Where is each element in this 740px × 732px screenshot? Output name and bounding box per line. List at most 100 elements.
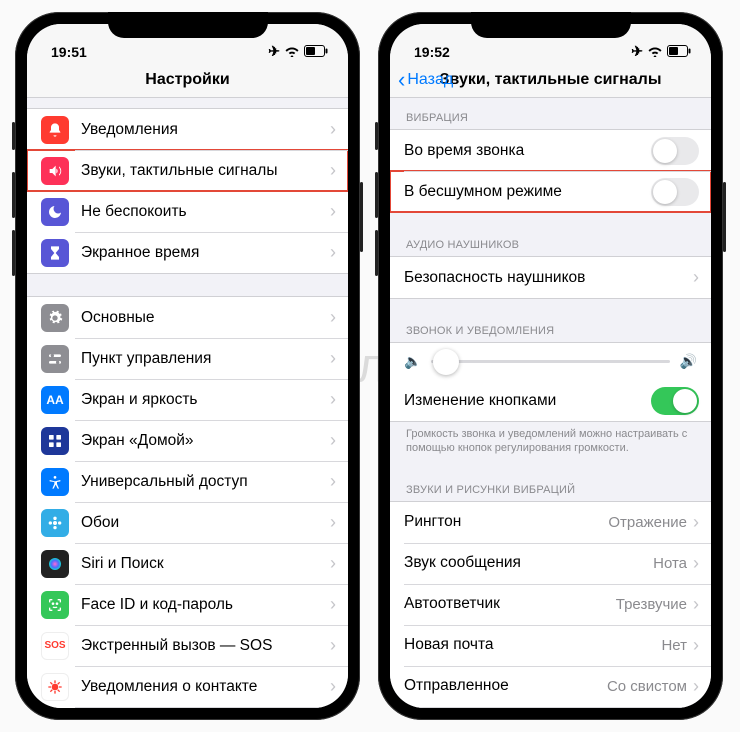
- speaker-high-icon: 🔊: [680, 353, 697, 370]
- sound-row[interactable]: Новая почтаНет ›: [390, 625, 711, 666]
- settings-row[interactable]: Не беспокоить›: [27, 191, 348, 232]
- cell-label: Изменение кнопками: [404, 392, 651, 410]
- cell-label: Во время звонка: [404, 142, 651, 160]
- cell-label: Экранное время: [81, 244, 330, 262]
- settings-row[interactable]: Пункт управления›: [27, 338, 348, 379]
- cell-label: Уведомления о контакте: [81, 678, 330, 696]
- cell-label: Уведомления: [81, 121, 330, 139]
- settings-row[interactable]: Аккумулятор›: [27, 707, 348, 708]
- back-button[interactable]: ‹ Назад: [398, 62, 453, 97]
- settings-row[interactable]: Siri и Поиск›: [27, 543, 348, 584]
- sound-row[interactable]: РингтонОтражение ›: [390, 502, 711, 543]
- sound-row[interactable]: ОтправленноеСо свистом ›: [390, 666, 711, 707]
- chevron-right-icon: ›: [330, 242, 336, 263]
- settings-row[interactable]: Уведомления о контакте›: [27, 666, 348, 707]
- settings-row[interactable]: Обои›: [27, 502, 348, 543]
- cell-label: Автоответчик: [404, 595, 616, 613]
- gear-icon: [41, 304, 69, 332]
- hourglass-icon: [41, 239, 69, 267]
- cell-label: Звуки, тактильные сигналы: [81, 162, 330, 180]
- toggle-vibrate-on-ring[interactable]: [651, 137, 699, 165]
- sound-row[interactable]: Звук сообщенияНота›: [390, 543, 711, 584]
- chevron-right-icon: ›: [330, 201, 336, 222]
- chevron-right-icon: ›: [330, 160, 336, 181]
- bell-icon: [41, 116, 69, 144]
- chevron-right-icon: ›: [330, 512, 336, 533]
- settings-row[interactable]: Экранное время›: [27, 232, 348, 273]
- chevron-right-icon: ›: [330, 348, 336, 369]
- cell-value: Нет: [661, 637, 687, 654]
- battery-icon: [667, 44, 691, 60]
- settings-row[interactable]: Универсальный доступ›: [27, 461, 348, 502]
- cell-label: Siri и Поиск: [81, 555, 330, 573]
- chevron-right-icon: ›: [330, 430, 336, 451]
- chevron-left-icon: ‹: [398, 69, 405, 91]
- chevron-right-icon: ›: [330, 307, 336, 328]
- row-change-with-buttons[interactable]: Изменение кнопками: [390, 380, 711, 421]
- chevron-right-icon: ›: [330, 553, 336, 574]
- settings-row[interactable]: Основные›: [27, 297, 348, 338]
- toggle-vibrate-on-silent[interactable]: [651, 178, 699, 206]
- chevron-right-icon: ›: [693, 267, 699, 288]
- cell-label: Экран «Домой»: [81, 432, 330, 450]
- AA-icon: AA: [41, 386, 69, 414]
- section-footer-ringer: Громкость звонка и уведомлений можно нас…: [390, 422, 711, 458]
- volume-slider[interactable]: [431, 360, 669, 363]
- cell-label: В бесшумном режиме: [404, 183, 651, 201]
- settings-row[interactable]: Звуки, тактильные сигналы›: [27, 150, 348, 191]
- chevron-right-icon: ›: [693, 594, 699, 615]
- face-icon: [41, 591, 69, 619]
- battery-icon: [304, 44, 328, 60]
- chevron-right-icon: ›: [330, 119, 336, 140]
- section-header-vibration: ВИБРАЦИЯ: [390, 108, 711, 129]
- page-title: Звуки, тактильные сигналы: [440, 71, 662, 89]
- airplane-icon: ✈︎: [631, 43, 643, 60]
- row-volume-slider[interactable]: 🔈 🔊: [390, 343, 711, 380]
- cell-value: Трезвучие: [616, 596, 687, 613]
- chevron-right-icon: ›: [330, 676, 336, 697]
- chevron-right-icon: ›: [693, 553, 699, 574]
- cell-label: Пункт управления: [81, 350, 330, 368]
- settings-row[interactable]: SOSЭкстренный вызов — SOS›: [27, 625, 348, 666]
- sound-row[interactable]: Уведомления в календаряхАккорд›: [390, 707, 711, 708]
- chevron-right-icon: ›: [693, 635, 699, 656]
- chevron-right-icon: ›: [330, 471, 336, 492]
- cell-label: Отправленное: [404, 677, 607, 695]
- settings-row[interactable]: AAЭкран и яркость›: [27, 379, 348, 420]
- switches-icon: [41, 345, 69, 373]
- cell-value: Отражение: [608, 514, 687, 531]
- notch: [108, 12, 268, 38]
- cell-label: Безопасность наушников: [404, 269, 693, 287]
- cell-label: Обои: [81, 514, 330, 532]
- nav-bar: Настройки: [27, 62, 348, 98]
- settings-row[interactable]: Уведомления›: [27, 109, 348, 150]
- chevron-right-icon: ›: [330, 635, 336, 656]
- status-time: 19:52: [414, 44, 450, 60]
- cell-value: Нота: [653, 555, 687, 572]
- section-header-headphones: АУДИО НАУШНИКОВ: [390, 235, 711, 256]
- virus-icon: [41, 673, 69, 701]
- cell-label: Рингтон: [404, 513, 608, 531]
- cell-value: Со свистом: [607, 678, 687, 695]
- nav-bar: ‹ Назад Звуки, тактильные сигналы: [390, 62, 711, 98]
- sound-icon: [41, 157, 69, 185]
- settings-row[interactable]: Face ID и код-пароль›: [27, 584, 348, 625]
- phone-left: 19:51 ✈︎ Настройки Уведомления›Звуки, та…: [15, 12, 360, 720]
- chevron-right-icon: ›: [693, 676, 699, 697]
- wifi-icon: [284, 44, 300, 60]
- toggle-change-with-buttons[interactable]: [651, 387, 699, 415]
- cell-label: Новая почта: [404, 636, 661, 654]
- cell-label: Экран и яркость: [81, 391, 330, 409]
- speaker-low-icon: 🔈: [404, 353, 421, 370]
- chevron-right-icon: ›: [330, 594, 336, 615]
- sound-row[interactable]: АвтоответчикТрезвучие ›: [390, 584, 711, 625]
- status-time: 19:51: [51, 44, 87, 60]
- row-headphone-safety[interactable]: Безопасность наушников ›: [390, 257, 711, 298]
- grid-icon: [41, 427, 69, 455]
- chevron-right-icon: ›: [693, 512, 699, 533]
- section-header-sounds: ЗВУКИ И РИСУНКИ ВИБРАЦИЙ: [390, 480, 711, 501]
- row-vibrate-on-silent[interactable]: В бесшумном режиме: [390, 171, 711, 212]
- settings-row[interactable]: Экран «Домой»›: [27, 420, 348, 461]
- SOS-icon: SOS: [41, 632, 69, 660]
- row-vibrate-on-ring[interactable]: Во время звонка: [390, 130, 711, 171]
